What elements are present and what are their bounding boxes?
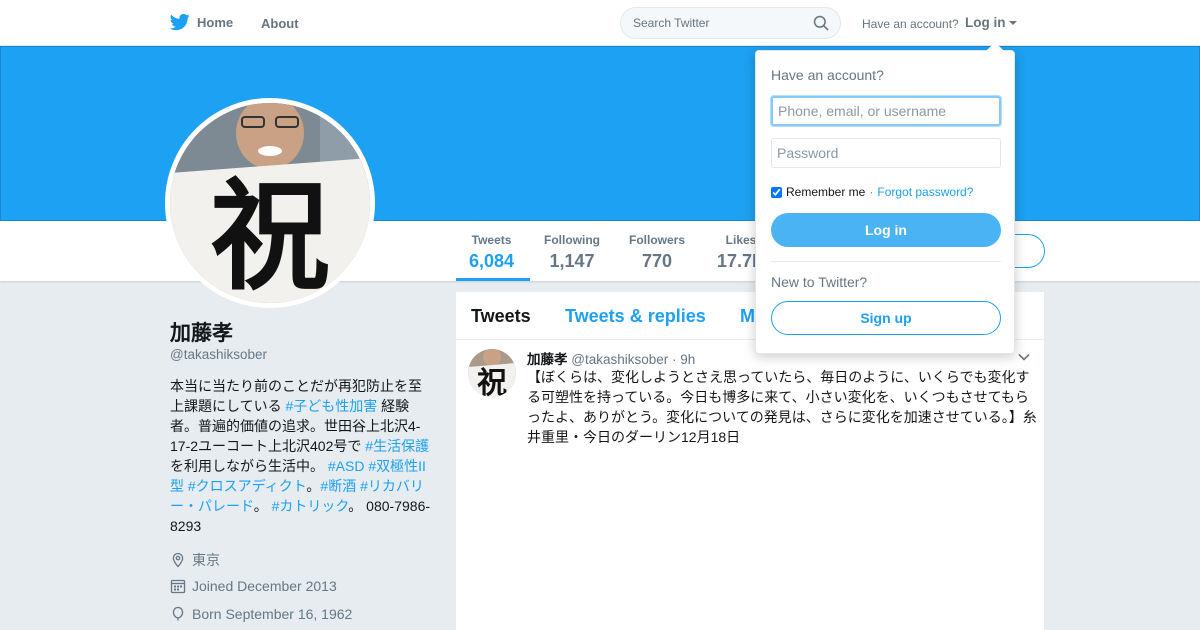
born-text: Born September 16, 1962 (192, 606, 353, 622)
twitter-bird-icon (170, 13, 190, 31)
profile-avatar[interactable]: 祝 (165, 98, 375, 308)
remember-row: Remember me · Forgot password? (771, 185, 973, 199)
tweet-separator: · (672, 352, 677, 367)
username-field[interactable] (771, 96, 1001, 126)
svg-text:祝: 祝 (210, 166, 330, 303)
hashtag-link[interactable]: #生活保護 (365, 438, 429, 454)
profile-location: 東京 (170, 550, 220, 570)
balloon-icon (172, 606, 184, 621)
nav-home-link[interactable]: Home (170, 12, 233, 32)
profile-bio: 本当に当たり前のことだが再犯防止を至上課題にしている #子ども性加害 経験者。普… (170, 376, 430, 536)
signup-button[interactable]: Sign up (771, 301, 1001, 335)
stat-tweets[interactable]: Tweets 6,084 (469, 233, 514, 272)
chevron-down-icon[interactable] (1017, 350, 1031, 364)
separator-dot: · (869, 185, 874, 199)
svg-text:祝: 祝 (477, 366, 507, 397)
login-dropdown: Have an account? Remember me · Forgot pa… (755, 42, 1015, 354)
new-to-twitter-text: New to Twitter? (771, 274, 868, 290)
stat-value: 1,147 (549, 251, 595, 271)
search-box (620, 7, 841, 39)
hashtag-link[interactable]: #子ども性加害 (285, 398, 377, 414)
tweet-author-handle[interactable]: @takashiksober (571, 352, 668, 367)
profile-joined: Joined December 2013 (170, 578, 337, 594)
tweet-text: 【ぼくらは、変化しようとさえ思っていたら、毎日のように、いくらでも変化する可塑性… (527, 369, 1037, 445)
tweet-avatar-photo: 祝 (468, 349, 516, 397)
avatar-photo: 祝 (170, 103, 370, 303)
top-navigation: Home About Have an account? Log in (0, 0, 1200, 46)
profile-born: Born September 16, 1962 (170, 606, 352, 622)
hashtag-link[interactable]: #断酒 (320, 478, 356, 494)
caret-down-icon (1008, 21, 1017, 26)
tweet-timestamp[interactable]: 9h (680, 352, 695, 367)
hashtag-link[interactable]: #クロスアディクト (188, 478, 307, 494)
dropdown-title: Have an account? (771, 67, 884, 83)
hashtag-link[interactable]: #カトリック (272, 498, 349, 514)
hashtag-link[interactable]: #ASD (328, 458, 365, 474)
login-dropdown-toggle[interactable]: Log in (965, 15, 1017, 30)
tab-tweets[interactable]: Tweets (471, 306, 531, 327)
bio-text: 。 (253, 498, 272, 514)
location-pin-icon (172, 552, 184, 568)
forgot-password-link[interactable]: Forgot password? (877, 185, 973, 199)
search-input[interactable] (621, 8, 801, 38)
nav-home-label: Home (197, 14, 234, 30)
stat-label: Followers (629, 233, 686, 247)
profile-handle: @takashiksober (170, 347, 267, 362)
stat-label: Tweets (471, 233, 512, 247)
joined-text: Joined December 2013 (192, 578, 337, 594)
tweet-author-name[interactable]: 加藤孝 (527, 352, 568, 367)
password-field[interactable] (771, 138, 1001, 168)
tweet-avatar[interactable]: 祝 (468, 349, 516, 397)
login-button[interactable]: Log in (771, 213, 1001, 247)
bio-text: 。 (306, 478, 321, 494)
tab-tweets-replies[interactable]: Tweets & replies (565, 306, 706, 327)
bio-text: を利用しながら生活中。 (170, 458, 328, 474)
stat-label: Following (544, 233, 600, 247)
remember-me-checkbox[interactable] (771, 186, 782, 198)
calendar-icon (170, 579, 186, 594)
profile-name: 加藤孝 (170, 322, 233, 345)
stat-following[interactable]: Following 1,147 (544, 233, 600, 272)
stat-followers[interactable]: Followers 770 (629, 233, 685, 272)
active-tab-underline (456, 278, 530, 281)
login-link-label: Log in (965, 15, 1006, 30)
dropdown-divider (771, 261, 1001, 262)
nav-about-link[interactable]: About (261, 16, 299, 31)
remember-me-label[interactable]: Remember me (786, 185, 865, 199)
location-text: 東京 (192, 552, 220, 568)
search-icon[interactable] (813, 15, 829, 31)
stat-value: 6,084 (469, 251, 515, 271)
stat-value: 770 (641, 251, 673, 271)
have-account-text: Have an account? (862, 17, 959, 31)
tweet-header: 加藤孝 @takashiksober · 9h (527, 348, 695, 368)
